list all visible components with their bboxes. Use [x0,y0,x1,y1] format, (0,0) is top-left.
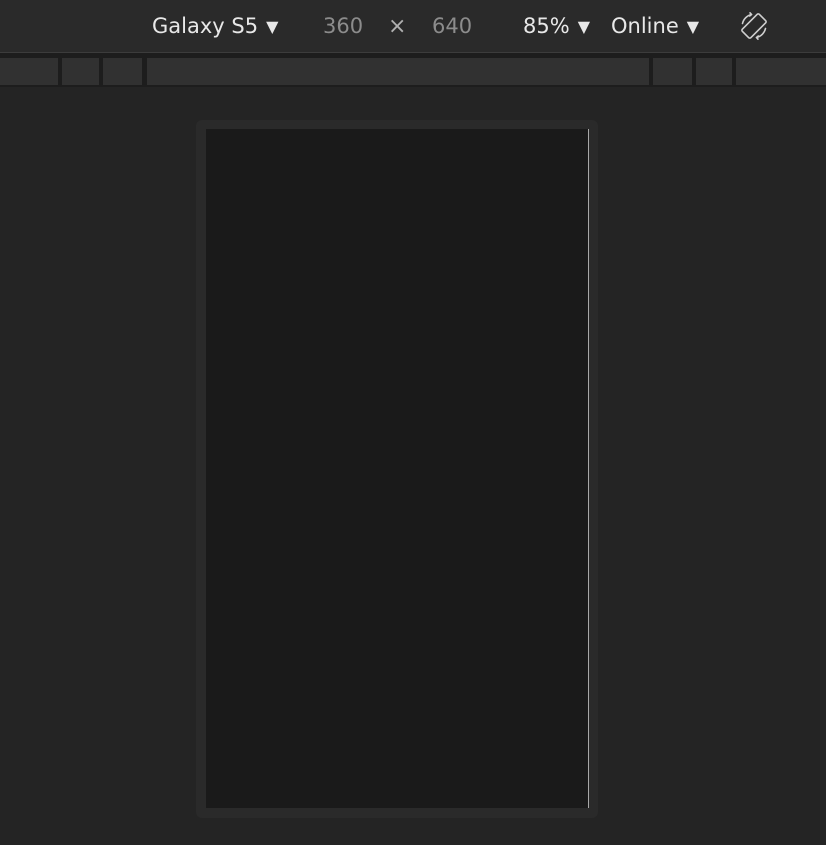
media-query-segment[interactable] [0,58,58,85]
media-query-segment[interactable] [62,58,99,85]
device-toolbar: Galaxy S5 ▼ 360 × 640 85% ▼ Online ▼ [0,0,826,53]
width-input[interactable]: 360 [323,0,363,52]
rotate-device-icon [741,11,767,41]
device-viewport[interactable] [206,129,589,808]
zoom-select-label: 85% [523,14,570,38]
chevron-down-icon: ▼ [577,16,590,36]
media-query-segment[interactable] [696,58,732,85]
height-input[interactable]: 640 [432,0,472,52]
throttle-select[interactable]: Online ▼ [611,0,699,52]
media-query-segment[interactable] [653,58,692,85]
media-query-segment[interactable] [147,58,649,85]
media-query-segment[interactable] [736,58,826,85]
height-value: 640 [432,14,473,38]
times-separator: × [388,0,406,52]
media-query-segment[interactable] [103,58,142,85]
media-query-bar [0,53,826,87]
device-select-label: Galaxy S5 [152,14,259,38]
chevron-down-icon: ▼ [686,16,700,36]
chevron-down-icon: ▼ [266,16,279,36]
times-symbol: × [388,13,407,39]
throttle-select-label: Online [611,14,679,38]
zoom-select[interactable]: 85% ▼ [523,0,590,52]
device-select[interactable]: Galaxy S5 ▼ [152,0,278,52]
rotate-button[interactable] [738,10,770,42]
width-value: 360 [323,14,364,38]
